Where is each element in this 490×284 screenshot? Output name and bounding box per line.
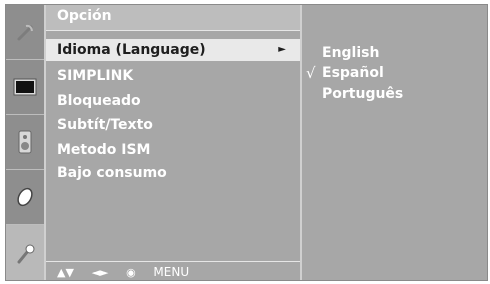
navigation-hint-bar: ▲▼ ◄► ◉ MENU xyxy=(46,261,300,280)
option-portugues[interactable]: Português xyxy=(302,83,487,105)
category-sidebar xyxy=(6,5,44,280)
menu-title: Opción xyxy=(46,5,300,31)
menu-item-simplink[interactable]: SIMPLINK xyxy=(46,65,300,87)
setup-category[interactable] xyxy=(6,5,44,60)
menu-item-label: Idioma (Language) xyxy=(57,42,206,58)
key-icon xyxy=(17,244,35,263)
menu-item-label: Bloqueado xyxy=(57,93,141,109)
satellite-dish-icon xyxy=(17,24,33,41)
up-down-arrows-icon: ▲▼ xyxy=(57,266,74,279)
picture-category[interactable] xyxy=(6,60,44,115)
time-category[interactable] xyxy=(6,170,44,225)
option-label: English xyxy=(322,45,380,61)
menu-item-metodo-ism[interactable]: Metodo ISM xyxy=(46,139,300,161)
screen-icon xyxy=(13,78,37,96)
menu-item-bajo-consumo[interactable]: Bajo consumo xyxy=(46,162,300,184)
menu-item-label: Bajo consumo xyxy=(57,165,167,181)
option-label: Português xyxy=(322,86,404,102)
option-menu: Opción Idioma (Language) ► SIMPLINK Bloq… xyxy=(46,5,300,280)
ok-button-icon: ◉ xyxy=(126,266,136,279)
osd-screen: Opción Idioma (Language) ► SIMPLINK Bloq… xyxy=(5,4,488,281)
menu-item-idioma[interactable]: Idioma (Language) ► xyxy=(46,39,300,61)
menu-item-label: Subtít/Texto xyxy=(57,117,153,133)
audio-category[interactable] xyxy=(6,115,44,170)
clock-icon xyxy=(17,187,33,207)
submenu-arrow-icon: ► xyxy=(278,44,286,55)
menu-hint-label: MENU xyxy=(153,265,190,279)
option-category[interactable] xyxy=(6,225,44,280)
option-english[interactable]: English xyxy=(302,42,487,64)
option-espanol[interactable]: √ Español xyxy=(302,62,487,84)
option-label: Español xyxy=(322,65,384,81)
checkmark-icon: √ xyxy=(306,64,316,82)
left-right-arrows-icon: ◄► xyxy=(91,266,109,279)
menu-item-label: SIMPLINK xyxy=(57,68,134,84)
language-options-panel: English √ Español Português xyxy=(302,5,487,280)
menu-item-label: Metodo ISM xyxy=(57,142,151,158)
speaker-icon xyxy=(18,130,32,154)
menu-item-bloqueado[interactable]: Bloqueado xyxy=(46,90,300,112)
menu-item-subtitulos[interactable]: Subtít/Texto xyxy=(46,114,300,136)
